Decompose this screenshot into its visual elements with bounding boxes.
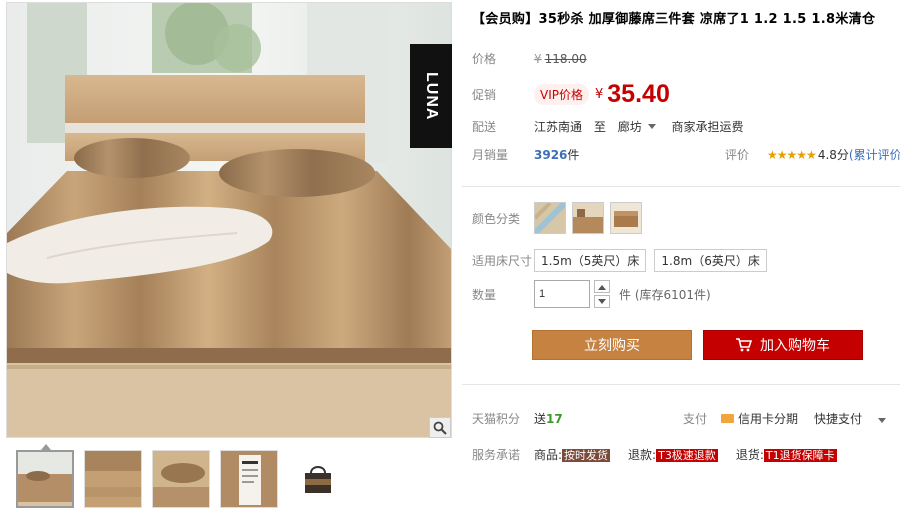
thumbnail-bed-front[interactable] bbox=[16, 450, 74, 508]
brand-logo-text: LUNA bbox=[423, 71, 440, 121]
chevron-up-icon bbox=[598, 284, 606, 290]
promo-price-value: 35.40 bbox=[607, 80, 670, 108]
add-to-cart-label: 加入购物车 bbox=[760, 338, 830, 354]
ship-to-word: 至 bbox=[593, 120, 606, 134]
service-item-return[interactable]: 退货: T1退货保障卡 bbox=[736, 446, 837, 463]
credit-installment-link[interactable]: 信用卡分期 bbox=[738, 410, 798, 427]
room-swatch-icon bbox=[573, 203, 603, 233]
shipping-label: 配送 bbox=[472, 120, 497, 134]
sales-label: 月销量 bbox=[472, 148, 509, 162]
rating-label: 评价 bbox=[725, 148, 750, 162]
product-title: 【会员购】35秒杀 加厚御藤席三件套 凉席了1 1.2 1.5 1.8米清仓 bbox=[472, 12, 876, 27]
color-swatch-sample[interactable] bbox=[534, 202, 566, 234]
chevron-down-icon bbox=[647, 124, 656, 129]
thumbnail-strip bbox=[16, 450, 346, 508]
service-prefix: 退款: bbox=[628, 448, 657, 462]
sample-swatch-icon bbox=[535, 203, 565, 233]
magnifier-icon bbox=[433, 421, 447, 435]
quantity-stepper bbox=[594, 280, 610, 308]
promo-price-row: 促销 VIP价格 ¥ 35.40 bbox=[472, 80, 670, 109]
service-tag: 按时发货 bbox=[562, 449, 611, 462]
original-price-currency: ¥ bbox=[534, 51, 542, 66]
credit-card-icon bbox=[721, 414, 735, 423]
ship-destination-select[interactable]: 廊坊 bbox=[618, 120, 668, 134]
color-label: 颜色分类 bbox=[472, 211, 521, 226]
payment-label: 支付 bbox=[683, 412, 708, 426]
thumbnail-image bbox=[85, 451, 141, 507]
thumbnail-image bbox=[18, 452, 72, 506]
divider bbox=[462, 186, 900, 187]
color-swatch-room[interactable] bbox=[572, 202, 604, 234]
size-option-1-5m[interactable]: 1.5m（5英尺）床 bbox=[534, 249, 647, 272]
quick-pay-link[interactable]: 快捷支付 bbox=[814, 410, 862, 427]
quantity-label: 数量 bbox=[472, 288, 497, 302]
chevron-down-icon bbox=[598, 298, 606, 304]
sales-row: 月销量 3926 件 bbox=[472, 146, 579, 163]
payment-more-dropdown[interactable] bbox=[878, 412, 887, 426]
original-price-row: 价格 ¥118.00 bbox=[472, 50, 587, 67]
points-row: 天猫积分 送17 bbox=[472, 410, 563, 427]
service-label: 服务承诺 bbox=[472, 448, 521, 462]
shipping-fee: 商家承担运费 bbox=[671, 120, 744, 134]
size-row: 适用床尺寸 1.5m（5英尺）床 1.8m（6英尺）床 bbox=[472, 249, 775, 272]
divider bbox=[462, 384, 900, 385]
size-label: 适用床尺寸 bbox=[472, 254, 533, 268]
rating-area: 评价 ★★★★★ 4.8分 (累计评价 bbox=[725, 146, 900, 163]
thumbnail-label[interactable] bbox=[220, 450, 278, 508]
points-info: 送17 bbox=[534, 410, 563, 427]
cart-icon bbox=[736, 338, 752, 352]
service-item-shipping[interactable]: 商品: 按时发货 bbox=[534, 446, 611, 463]
thumbnail-image bbox=[289, 451, 345, 507]
shipping-info: 江苏南通 至 廊坊 商家承担运费 bbox=[534, 118, 744, 135]
points-prefix: 送 bbox=[534, 412, 547, 426]
quantity-input[interactable] bbox=[534, 280, 590, 308]
color-swatches bbox=[534, 202, 642, 234]
thumbnail-mat-closeup[interactable] bbox=[84, 450, 142, 508]
original-price: ¥118.00 bbox=[534, 52, 587, 66]
buy-now-label: 立刻购买 bbox=[584, 338, 640, 354]
buy-now-button[interactable]: 立刻购买 bbox=[532, 330, 692, 360]
size-option-1-8m[interactable]: 1.8m（6英尺）床 bbox=[654, 249, 767, 272]
vip-price-badge: VIP价格 bbox=[534, 84, 589, 105]
service-prefix: 退货: bbox=[735, 448, 764, 462]
rating-score: 4.8分 bbox=[817, 148, 849, 162]
sales-unit: 件 bbox=[567, 148, 580, 162]
thumbnail-bag[interactable] bbox=[288, 450, 346, 508]
service-tag: T3极速退款 bbox=[656, 449, 718, 462]
review-count-link[interactable]: (累计评价 bbox=[849, 146, 900, 163]
brand-logo-tag: LUNA bbox=[410, 44, 452, 148]
ship-destination: 廊坊 bbox=[617, 120, 642, 134]
service-row: 服务承诺 商品: 按时发货 退款: T3极速退款 退货: T1退货保障卡 bbox=[472, 446, 855, 463]
zoom-button[interactable] bbox=[429, 417, 451, 438]
original-price-label: 价格 bbox=[472, 52, 497, 66]
stock-info: 件 (库存6101件) bbox=[619, 287, 711, 302]
original-price-value: 118.00 bbox=[544, 51, 587, 66]
color-swatch-sofa[interactable] bbox=[610, 202, 642, 234]
chevron-down-icon bbox=[878, 417, 887, 423]
shipping-row: 配送 江苏南通 至 廊坊 商家承担运费 bbox=[472, 118, 744, 135]
thumbnail-image bbox=[153, 451, 209, 507]
quantity-row: 数量 件 (库存6101件) bbox=[472, 280, 711, 308]
main-product-photo[interactable] bbox=[6, 2, 452, 438]
points-value: 17 bbox=[546, 412, 563, 426]
thumbnail-image bbox=[221, 451, 277, 507]
sofa-swatch-icon bbox=[611, 203, 641, 233]
color-row: 颜色分类 bbox=[472, 202, 642, 234]
service-item-refund[interactable]: 退款: T3极速退款 bbox=[628, 446, 718, 463]
quantity-increase-button[interactable] bbox=[594, 280, 610, 293]
points-label: 天猫积分 bbox=[472, 412, 521, 426]
star-rating-icon: ★★★★★ bbox=[767, 147, 817, 162]
sales-count: 3926 bbox=[534, 147, 568, 162]
promo-price-currency: ¥ bbox=[595, 87, 604, 102]
quantity-decrease-button[interactable] bbox=[594, 295, 610, 308]
add-to-cart-button[interactable]: 加入购物车 bbox=[703, 330, 863, 360]
service-tag: T1退货保障卡 bbox=[763, 449, 837, 462]
promo-price-label: 促销 bbox=[472, 88, 497, 102]
payment-area: 支付 信用卡分期 快捷支付 bbox=[683, 410, 887, 427]
ship-from: 江苏南通 bbox=[534, 120, 583, 134]
thumbnail-pillow[interactable] bbox=[152, 450, 210, 508]
bed-photo-image bbox=[7, 3, 451, 437]
service-prefix: 商品: bbox=[534, 448, 563, 462]
